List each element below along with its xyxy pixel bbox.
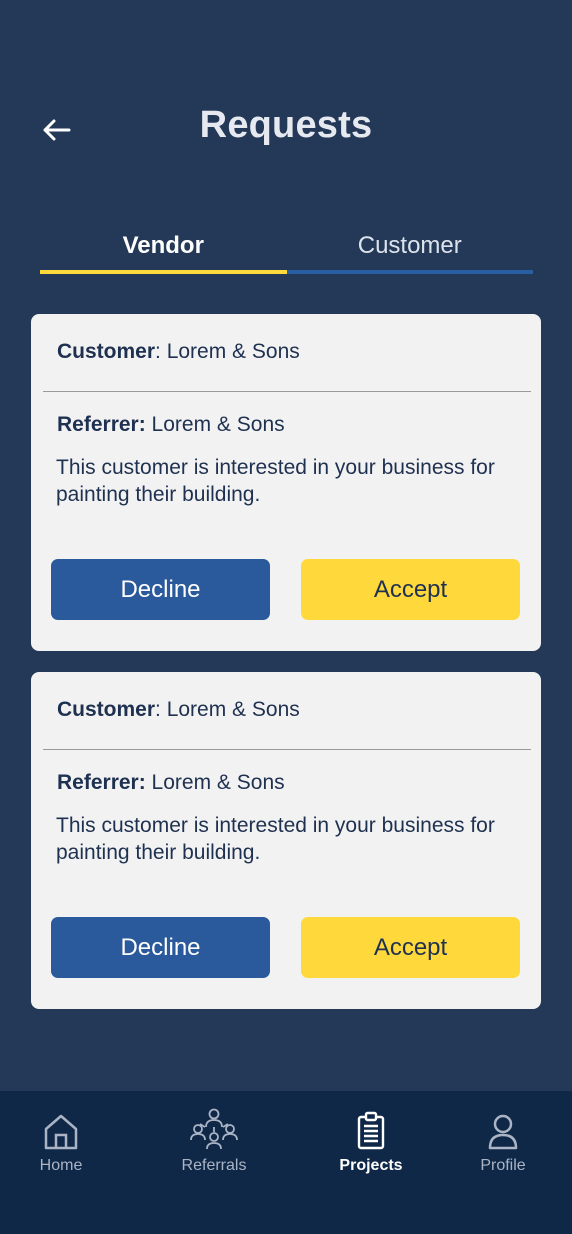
nav-label-referrals: Referrals: [181, 1157, 247, 1174]
customer-line: Customer: Lorem & Sons: [57, 698, 300, 722]
request-description: This customer is interested in your busi…: [56, 814, 495, 864]
page-title: Requests: [199, 104, 373, 146]
nav-item-home[interactable]: Home: [1, 1091, 121, 1191]
request-description: This customer is interested in your busi…: [56, 456, 495, 506]
nav-label-home: Home: [39, 1157, 83, 1174]
request-card: Customer: Lorem & Sons Referrer: Lorem &…: [31, 672, 541, 1009]
nav-item-projects[interactable]: Projects: [311, 1091, 431, 1191]
tab-vendor[interactable]: Vendor: [40, 228, 287, 274]
decline-button[interactable]: Decline: [51, 559, 270, 620]
referrer-label: Referrer:: [57, 413, 146, 436]
nav-item-profile[interactable]: Profile: [443, 1091, 563, 1191]
tab-customer-indicator: [286, 270, 533, 274]
tab-customer[interactable]: Customer: [286, 228, 533, 274]
decline-button[interactable]: Decline: [51, 917, 270, 978]
tab-bar: Vendor Customer: [40, 228, 533, 274]
user-icon: [487, 1107, 519, 1151]
referrer-line: Referrer: Lorem & Sons: [57, 771, 285, 795]
tab-vendor-label: Vendor: [122, 232, 204, 259]
accept-button[interactable]: Accept: [301, 917, 520, 978]
header: Requests: [0, 100, 572, 156]
tab-vendor-indicator: [40, 270, 287, 274]
referrer-label: Referrer:: [57, 771, 146, 794]
nav-item-referrals[interactable]: Referrals: [154, 1091, 274, 1191]
nav-label-projects: Projects: [339, 1157, 403, 1174]
tab-customer-label: Customer: [357, 232, 462, 259]
customer-value: : Lorem & Sons: [155, 340, 300, 363]
customer-line: Customer: Lorem & Sons: [57, 340, 300, 364]
card-divider: [43, 749, 531, 750]
network-icon: [188, 1107, 240, 1151]
accept-button[interactable]: Accept: [301, 559, 520, 620]
bottom-nav: Home Referrals Projects Profile: [0, 1091, 572, 1234]
home-icon: [43, 1107, 79, 1151]
customer-value: : Lorem & Sons: [155, 698, 300, 721]
referrer-line: Referrer: Lorem & Sons: [57, 413, 285, 437]
card-divider: [43, 391, 531, 392]
referrer-value: Lorem & Sons: [145, 771, 285, 794]
referrer-value: Lorem & Sons: [145, 413, 285, 436]
customer-label: Customer: [57, 698, 156, 721]
nav-label-profile: Profile: [480, 1157, 526, 1174]
request-card: Customer: Lorem & Sons Referrer: Lorem &…: [31, 314, 541, 651]
customer-label: Customer: [57, 340, 156, 363]
clipboard-icon: [356, 1107, 386, 1151]
